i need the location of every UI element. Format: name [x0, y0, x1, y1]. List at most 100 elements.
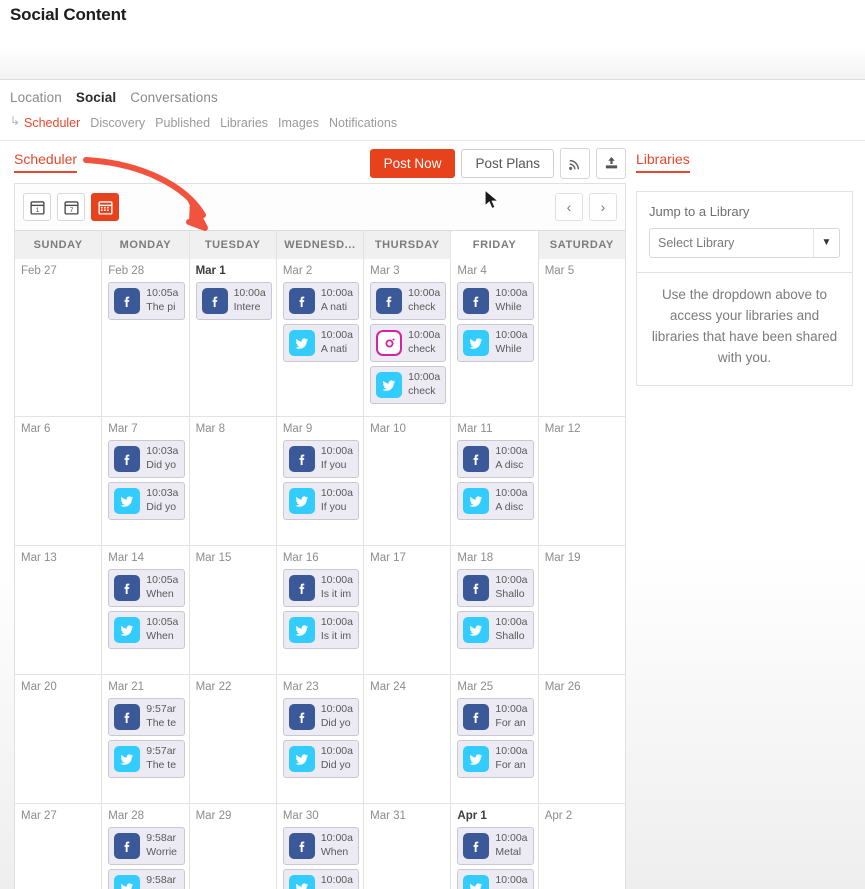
subnav-item-scheduler[interactable]: Scheduler: [24, 116, 80, 130]
prev-month-button[interactable]: ‹: [555, 193, 583, 221]
calendar-day-cell[interactable]: Mar 13: [15, 546, 103, 674]
scheduled-post-card[interactable]: 10:05a The pi: [108, 282, 185, 320]
scheduled-post-card[interactable]: 10:05a When: [108, 569, 185, 607]
scheduled-post-card[interactable]: 10:00a check: [370, 324, 447, 362]
library-select[interactable]: Select Library ▼: [649, 228, 840, 258]
calendar-day-cell[interactable]: Mar 4 10:00a While 10:00a While: [451, 259, 539, 416]
month-view-button[interactable]: [91, 193, 119, 221]
scheduled-post-card[interactable]: 10:00a For an: [457, 698, 534, 736]
calendar-day-cell[interactable]: Apr 2: [539, 804, 625, 889]
scheduled-post-card[interactable]: 10:00a Is it im: [282, 611, 360, 649]
scheduled-post-card[interactable]: 10:00a While: [457, 324, 534, 362]
calendar-day-cell[interactable]: Mar 24: [364, 675, 452, 803]
nav-branch-icon: ↳: [10, 114, 21, 128]
scheduled-post-card[interactable]: 10:03a Did yo: [108, 440, 185, 478]
upload-icon[interactable]: [596, 148, 626, 179]
scheduled-post-card[interactable]: 10:00a A nati: [282, 282, 360, 320]
calendar-day-cell[interactable]: Mar 21 9:57ar The te 9:57ar The te: [102, 675, 190, 803]
calendar-date-label: Mar 20: [21, 681, 57, 693]
calendar-day-cell[interactable]: Feb 28 10:05a The pi: [102, 259, 190, 416]
calendar-day-cell[interactable]: Mar 8: [190, 417, 277, 545]
calendar-day-cell[interactable]: Mar 11 10:00a A disc 10:00a A disc: [451, 417, 539, 545]
calendar-day-cell[interactable]: Mar 12: [539, 417, 625, 545]
post-time: 9:57ar: [146, 703, 177, 715]
calendar-day-cell[interactable]: Mar 16 10:00a Is it im 10:00a Is it im: [277, 546, 365, 674]
subnav-item-notifications[interactable]: Notifications: [329, 116, 397, 130]
twitter-icon: [461, 328, 491, 358]
nav-item-conversations[interactable]: Conversations: [130, 90, 218, 105]
scheduled-post-card[interactable]: 10:00a For an: [457, 740, 534, 778]
nav-item-social[interactable]: Social: [76, 90, 116, 105]
scheduled-post-card[interactable]: 10:00a A disc: [457, 482, 534, 520]
rss-icon[interactable]: [560, 148, 590, 179]
scheduled-post-card[interactable]: 10:00aWhen: [282, 869, 360, 889]
subnav-item-libraries[interactable]: Libraries: [220, 116, 268, 130]
scheduled-post-card[interactable]: 10:00a A nati: [282, 324, 360, 362]
scheduled-post-card[interactable]: 10:00a Shallo: [457, 611, 534, 649]
calendar-day-cell[interactable]: Mar 22: [190, 675, 277, 803]
week-view-button[interactable]: 7: [57, 193, 85, 221]
scheduled-post-card[interactable]: 9:58arWorrie: [108, 827, 185, 865]
next-month-button[interactable]: ›: [589, 193, 617, 221]
scheduled-post-card[interactable]: 10:00a Did yo: [282, 740, 360, 778]
scheduled-post-card[interactable]: 10:00a A disc: [457, 440, 534, 478]
scheduled-post-card[interactable]: 10:00a If you: [282, 482, 360, 520]
scheduled-post-card[interactable]: 10:00aWhen: [282, 827, 360, 865]
subnav-item-published[interactable]: Published: [155, 116, 210, 130]
calendar-day-cell[interactable]: Mar 18 10:00a Shallo 10:00a Shallo: [451, 546, 539, 674]
calendar-day-cell[interactable]: Mar 25 10:00a For an 10:00a For an: [451, 675, 539, 803]
nav-item-location[interactable]: Location: [10, 90, 62, 105]
calendar-day-cell[interactable]: Mar 20: [15, 675, 103, 803]
scheduled-post-card[interactable]: 10:05a When: [108, 611, 185, 649]
twitter-icon: [461, 873, 491, 889]
scheduled-post-card[interactable]: 10:00a check: [370, 282, 447, 320]
calendar-day-cell[interactable]: Mar 5: [539, 259, 625, 416]
scheduled-post-card[interactable]: 10:00a Shallo: [457, 569, 534, 607]
calendar-date-label: Mar 24: [370, 681, 406, 693]
calendar-date-label: Mar 19: [544, 552, 581, 564]
calendar-day-cell[interactable]: Mar 7 10:03a Did yo 10:03a Did yo: [102, 417, 190, 545]
scheduled-post-card[interactable]: 10:00a If you: [282, 440, 360, 478]
post-meta: 10:00aWhen: [317, 870, 358, 889]
calendar-day-cell[interactable]: Mar 26: [539, 675, 625, 803]
calendar-day-cell[interactable]: Mar 29: [190, 804, 277, 889]
scheduled-post-card[interactable]: 10:00aMetal: [457, 869, 534, 889]
subnav-item-images[interactable]: Images: [278, 116, 319, 130]
calendar-day-cell[interactable]: Mar 289:58arWorrie9:58arWorrie: [102, 804, 190, 889]
scheduled-post-card[interactable]: 10:00a While: [457, 282, 534, 320]
calendar-week-row: Feb 27 Feb 28 10:05a The pi Mar 1 10:00a Inter…: [15, 259, 625, 416]
calendar-pagination: ‹ ›: [555, 193, 617, 221]
calendar-grid: SUNDAY MONDAY TUESDAY WEDNESD... THURSDAY FRI…: [14, 230, 626, 889]
scheduled-post-card[interactable]: 9:57ar The te: [108, 698, 185, 736]
scheduled-post-card[interactable]: 9:58arWorrie: [108, 869, 185, 889]
scheduled-post-card[interactable]: 9:57ar The te: [108, 740, 185, 778]
post-plans-button[interactable]: Post Plans: [461, 148, 554, 179]
post-now-button[interactable]: Post Now: [369, 148, 456, 179]
calendar-day-cell[interactable]: Mar 3010:00aWhen10:00aWhen: [277, 804, 365, 889]
calendar-day-cell[interactable]: Mar 31: [364, 804, 452, 889]
calendar-day-cell[interactable]: Mar 23 10:00a Did yo 10:00a Did yo: [277, 675, 365, 803]
calendar-day-cell[interactable]: Mar 17: [364, 546, 452, 674]
calendar-day-cell[interactable]: Feb 27: [15, 259, 103, 416]
subnav-item-discovery[interactable]: Discovery: [90, 116, 145, 130]
calendar-day-cell[interactable]: Mar 10: [364, 417, 452, 545]
calendar-day-cell[interactable]: Mar 15: [190, 546, 277, 674]
scheduled-post-card[interactable]: 10:00a Is it im: [282, 569, 360, 607]
calendar-day-cell[interactable]: Mar 9 10:00a If you 10:00a If you: [277, 417, 365, 545]
calendar-day-cell[interactable]: Mar 6: [15, 417, 103, 545]
calendar-day-cell[interactable]: Mar 27: [15, 804, 103, 889]
calendar-day-cell[interactable]: Mar 2 10:00a A nati 10:00a A nati: [277, 259, 365, 416]
calendar-day-cell[interactable]: Mar 19: [539, 546, 625, 674]
calendar-day-cell[interactable]: Mar 3 10:00a check 10:00a check 10:00a check: [364, 259, 452, 416]
day-view-button[interactable]: 1: [23, 193, 51, 221]
scheduled-post-card[interactable]: 10:00a check: [370, 366, 447, 404]
scheduled-post-card[interactable]: 10:00a Intere: [195, 282, 272, 320]
scheduled-post-card[interactable]: 10:03a Did yo: [108, 482, 185, 520]
calendar-day-cell[interactable]: Mar 1 10:00a Intere: [190, 259, 277, 416]
scheduled-post-card[interactable]: 10:00aMetal: [457, 827, 534, 865]
calendar-day-cell[interactable]: Mar 14 10:05a When 10:05a When: [102, 546, 190, 674]
post-meta: 10:00a Shallo: [491, 570, 532, 606]
scheduled-post-card[interactable]: 10:00a Did yo: [282, 698, 360, 736]
calendar-day-cell[interactable]: Apr 110:00aMetal10:00aMetal: [451, 804, 539, 889]
post-meta: 10:00a Did yo: [317, 699, 358, 735]
